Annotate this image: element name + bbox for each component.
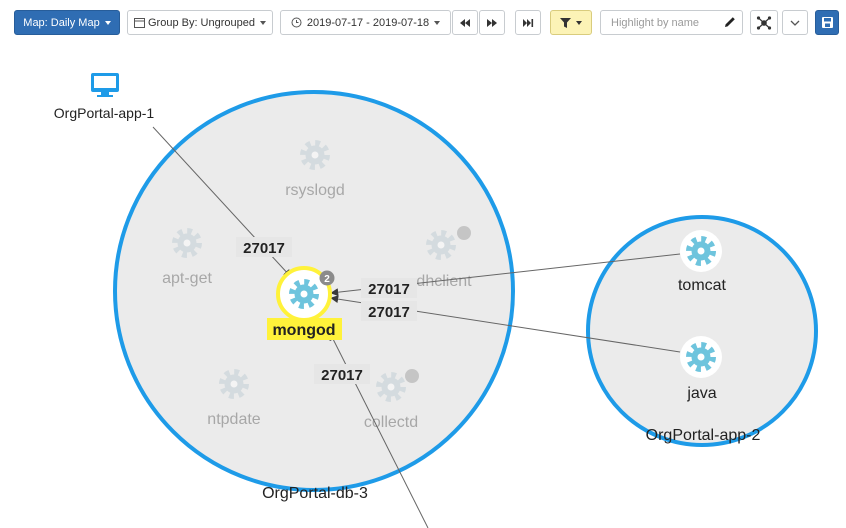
group-by-button[interactable]: Group By: Ungrouped	[127, 10, 273, 35]
process-label-apt-get: apt-get	[162, 270, 212, 287]
caret-down-icon	[260, 20, 266, 25]
caret-down-icon	[104, 20, 111, 25]
chevron-down-icon	[790, 20, 800, 26]
process-label-dhclient: dhclient	[416, 273, 472, 290]
date-range-button[interactable]: 2019-07-17 - 2019-07-18	[280, 10, 451, 35]
host-label-app-1: OrgPortal-app-1	[54, 105, 155, 121]
port-label-app1: 27017	[236, 237, 292, 257]
save-button[interactable]	[815, 10, 839, 35]
host-label-app-2: OrgPortal-app-2	[646, 427, 761, 444]
rewind-button[interactable]	[452, 10, 478, 35]
port-label-external: 27017	[314, 364, 370, 384]
port-label-java: 27017	[361, 301, 417, 321]
save-icon	[821, 17, 833, 28]
pencil-icon[interactable]	[724, 16, 736, 28]
fast-forward-icon	[487, 18, 497, 27]
process-label-java: java	[686, 385, 716, 402]
process-label-tomcat: tomcat	[678, 277, 727, 294]
port-text: 27017	[368, 281, 410, 298]
port-text: 27017	[243, 240, 285, 257]
host-node-app-1[interactable]: OrgPortal-app-1	[54, 73, 155, 121]
layout-button[interactable]	[750, 10, 778, 35]
skip-end-icon	[522, 18, 533, 27]
fast-forward-button[interactable]	[479, 10, 505, 35]
filter-icon	[560, 17, 571, 28]
date-range-label: 2019-07-17 - 2019-07-18	[306, 16, 430, 29]
rewind-icon	[460, 18, 470, 27]
process-label-rsyslogd: rsyslogd	[285, 182, 345, 199]
skip-to-end-button[interactable]	[515, 10, 541, 35]
port-text: 27017	[321, 367, 363, 384]
layout-options-button[interactable]	[782, 10, 808, 35]
clock-icon	[291, 17, 302, 28]
network-icon	[756, 15, 772, 30]
filter-button[interactable]	[550, 10, 592, 35]
toolbar: Map: Daily Map Group By: Ungrouped 2019-…	[0, 0, 846, 42]
highlight-search-input[interactable]	[600, 10, 743, 35]
group-by-label: Group By: Ungrouped	[147, 16, 255, 29]
status-dot	[405, 369, 419, 383]
port-text: 27017	[368, 304, 410, 321]
port-label-tomcat: 27017	[361, 278, 417, 298]
monitor-icon	[91, 73, 119, 97]
count-badge-text: 2	[324, 274, 330, 285]
list-icon	[133, 17, 145, 28]
map-select-button[interactable]: Map: Daily Map	[14, 10, 120, 35]
status-dot	[457, 226, 471, 240]
host-label-db-3: OrgPortal-db-3	[262, 485, 368, 502]
caret-down-icon	[434, 20, 441, 25]
caret-down-icon	[576, 20, 582, 25]
process-label-mongod: mongod	[272, 322, 335, 339]
topology-map: rsyslogd apt-get dhclient ntpdate collec…	[54, 73, 818, 528]
process-label-ntpdate: ntpdate	[207, 411, 260, 428]
map-select-label: Map: Daily Map	[23, 16, 100, 29]
